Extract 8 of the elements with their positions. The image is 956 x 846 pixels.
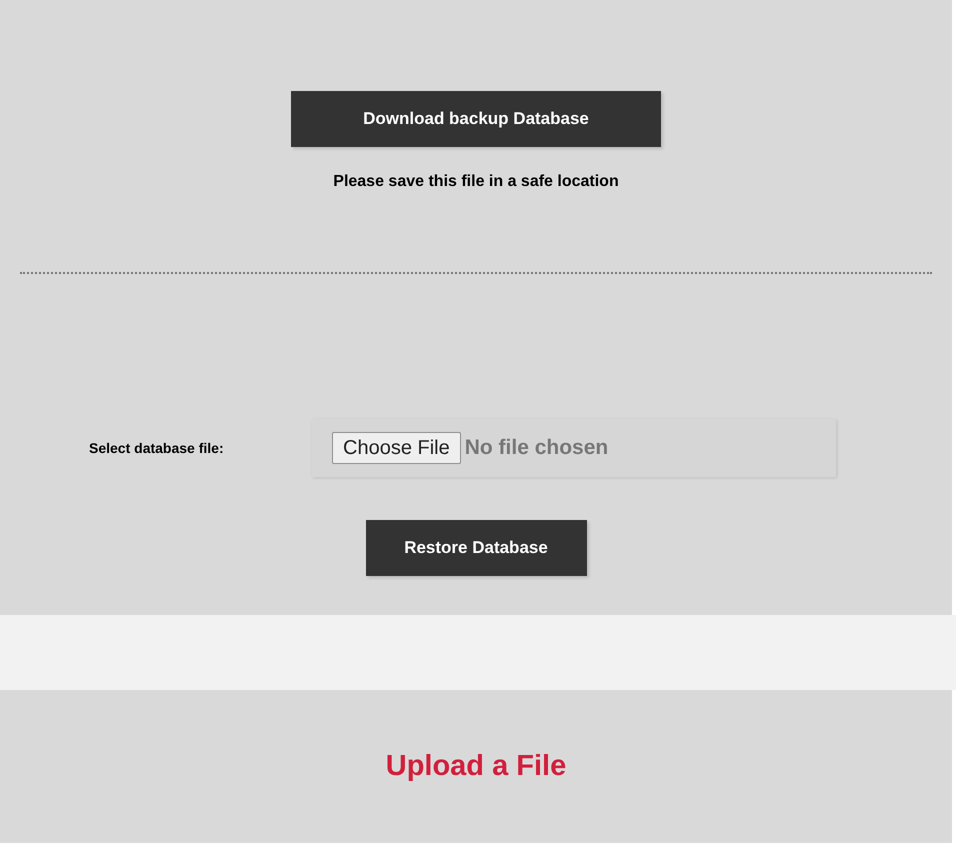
restore-button[interactable]: Restore Database [366, 520, 586, 576]
select-file-label: Select database file: [89, 438, 225, 458]
upload-title: Upload a File [386, 748, 566, 784]
file-status: No file chosen [464, 435, 608, 462]
choose-file-button[interactable]: Choose File [332, 432, 461, 464]
download-button[interactable]: Download backup Database [291, 91, 661, 147]
save-note: Please save this file in a safe location [333, 172, 619, 192]
file-input[interactable]: Choose File No file chosen [312, 419, 836, 477]
